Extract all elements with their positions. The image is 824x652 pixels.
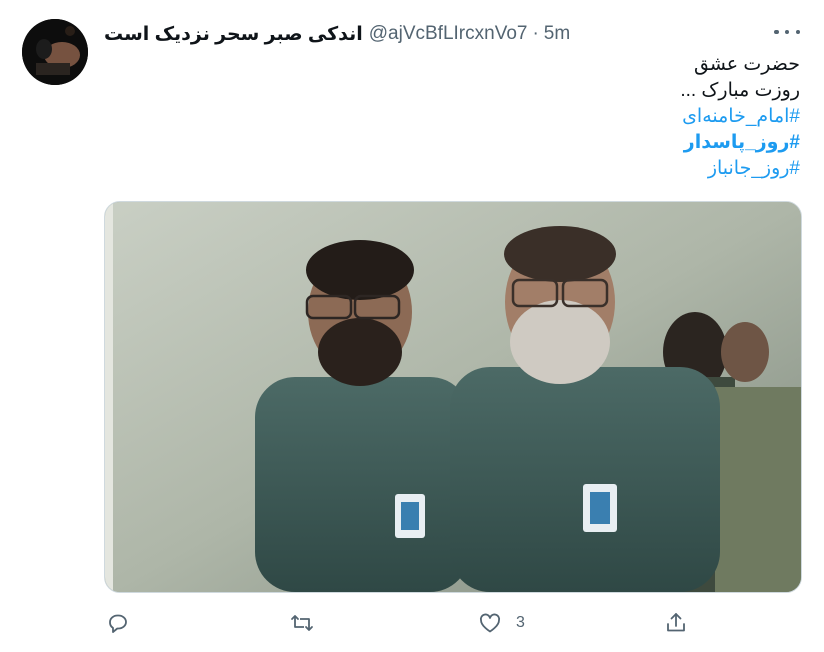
reply-icon (109, 614, 127, 633)
tweet-line: روزت مبارک ... (680, 80, 800, 101)
tweet[interactable]: اندکی صبر سحر نزدیک است @ajVcBfLIrcxnVo7… (0, 0, 824, 652)
tweet-text: حضرت عشق روزت مبارک ... #امام_خامنه‌ای #… (200, 52, 800, 182)
separator-dot: · (532, 23, 539, 44)
tweet-line: حضرت عشق (693, 54, 800, 75)
like-count: 3 (516, 614, 525, 631)
timestamp[interactable]: 5m (544, 23, 570, 45)
share-icon (667, 613, 685, 632)
retweet-button[interactable] (290, 608, 314, 638)
avatar[interactable] (22, 19, 88, 85)
hashtag-link[interactable]: #امام_خامنه‌ای (200, 104, 800, 130)
display-name[interactable]: اندکی صبر سحر نزدیک است (104, 23, 363, 46)
reply-button[interactable] (106, 608, 130, 638)
tweet-photo[interactable] (104, 201, 802, 593)
heart-icon (479, 613, 501, 633)
tweet-header: اندکی صبر سحر نزدیک است @ajVcBfLIrcxnVo7… (104, 22, 570, 46)
more-icon[interactable] (774, 22, 800, 42)
retweet-icon (291, 615, 313, 631)
tweet-actions: 3 (0, 608, 824, 638)
hashtag-link[interactable]: #روز_جانباز (200, 156, 800, 182)
share-button[interactable] (664, 608, 688, 638)
user-handle[interactable]: @ajVcBfLIrcxnVo7 (369, 23, 528, 45)
hashtag-link[interactable]: #روز_پاسدار (200, 130, 800, 156)
like-button[interactable]: 3 (478, 608, 525, 638)
